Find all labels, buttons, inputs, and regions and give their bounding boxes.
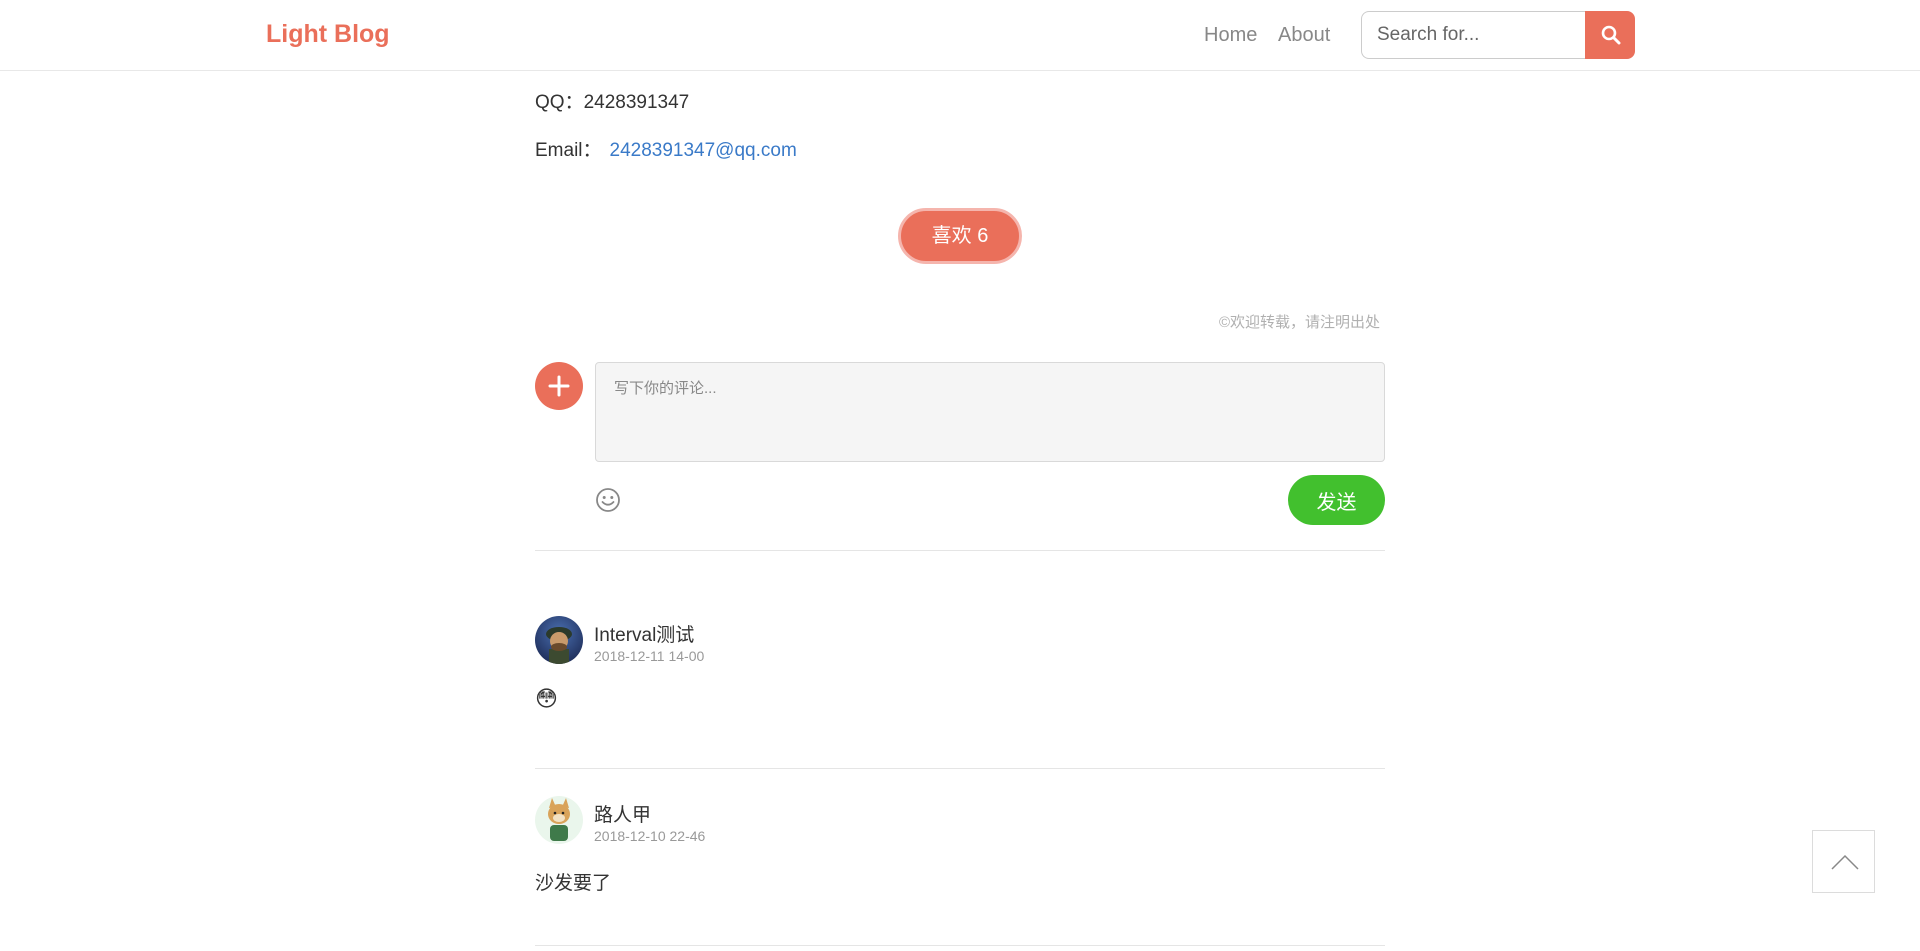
divider bbox=[535, 768, 1385, 769]
new-comment-avatar bbox=[535, 362, 583, 410]
search-form bbox=[1361, 11, 1635, 59]
brand-logo[interactable]: Light Blog bbox=[266, 20, 390, 49]
divider bbox=[535, 550, 1385, 551]
navbar: Light Blog Home About bbox=[0, 0, 1920, 71]
qq-value: 2428391347 bbox=[583, 92, 690, 113]
divider bbox=[535, 945, 1385, 946]
comment-textarea[interactable] bbox=[595, 362, 1385, 462]
back-to-top-button[interactable] bbox=[1812, 830, 1875, 893]
comment-author: Interval测试 bbox=[594, 625, 695, 646]
email-link[interactable]: 2428391347@qq.com bbox=[610, 140, 797, 161]
like-label: 喜欢 bbox=[931, 225, 972, 247]
avatar[interactable] bbox=[535, 616, 583, 664]
like-count: 6 bbox=[977, 225, 989, 247]
avatar[interactable] bbox=[535, 796, 583, 844]
smiley-icon bbox=[596, 488, 620, 512]
plus-icon bbox=[548, 375, 570, 397]
search-button[interactable] bbox=[1585, 11, 1635, 59]
comment-author: 路人甲 bbox=[594, 805, 652, 826]
emoji-button[interactable] bbox=[595, 487, 621, 513]
like-button[interactable]: 喜欢 6 bbox=[898, 208, 1022, 264]
comment-body: 沙发要了 bbox=[535, 873, 612, 894]
qq-label: QQ： bbox=[535, 92, 584, 113]
chevron-up-icon bbox=[1831, 854, 1859, 870]
comment-body: 😳 bbox=[535, 686, 558, 711]
search-icon bbox=[1601, 25, 1621, 45]
qq-line: QQ：2428391347 bbox=[535, 87, 689, 114]
copyright-notice: ©欢迎转载，请注明出处 bbox=[1218, 314, 1380, 331]
email-label: Email： bbox=[535, 140, 602, 161]
send-button[interactable]: 发送 bbox=[1288, 475, 1385, 525]
search-input[interactable] bbox=[1361, 11, 1586, 59]
nav-link-home[interactable]: Home bbox=[1204, 24, 1257, 47]
comment-time: 2018-12-11 14-00 bbox=[594, 648, 705, 664]
nav-link-about[interactable]: About bbox=[1278, 24, 1330, 47]
email-line: Email： 2428391347@qq.com bbox=[535, 135, 797, 162]
comment-time: 2018-12-10 22-46 bbox=[594, 828, 706, 844]
